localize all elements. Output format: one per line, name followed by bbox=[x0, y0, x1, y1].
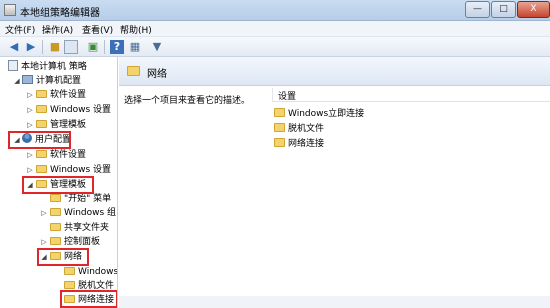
folder-icon bbox=[36, 120, 47, 128]
highlight-box-admin-templates bbox=[22, 176, 94, 194]
folder-icon bbox=[36, 165, 47, 173]
help-icon[interactable]: ? bbox=[110, 40, 124, 54]
filter-icon[interactable]: ▼ bbox=[150, 40, 164, 54]
folder-icon bbox=[127, 66, 140, 76]
tree-node-user-software-settings[interactable]: 软件设置 bbox=[36, 148, 86, 162]
setting-item[interactable]: 脱机文件 bbox=[274, 122, 324, 136]
tree-node-shared-folders[interactable]: 共享文件夹 bbox=[50, 221, 109, 235]
tree-node-windows-components[interactable]: Windows 组 bbox=[50, 206, 116, 220]
toolbar-separator bbox=[104, 40, 105, 54]
expand-arrow-icon[interactable]: ◢ bbox=[13, 74, 21, 88]
collapsed-arrow-icon[interactable]: ▷ bbox=[40, 235, 48, 249]
menu-help[interactable]: 帮助(H) bbox=[120, 23, 152, 36]
toolbar-separator bbox=[42, 40, 43, 54]
settings-column-header[interactable]: 设置 bbox=[272, 88, 550, 102]
tree-node-admin-templates[interactable]: 管理模板 bbox=[36, 118, 86, 132]
forward-arrow-icon[interactable]: ▶ bbox=[24, 40, 38, 54]
title-bar: 本地组策略编辑器 — □ X bbox=[0, 0, 550, 21]
setting-item[interactable]: 网络连接 bbox=[274, 137, 324, 151]
app-icon bbox=[4, 4, 16, 16]
folder-icon bbox=[50, 223, 61, 231]
minimize-button[interactable]: — bbox=[465, 1, 490, 18]
tree-node-start-menu[interactable]: "开始" 菜单 bbox=[50, 192, 111, 206]
collapsed-arrow-icon[interactable]: ▷ bbox=[26, 148, 34, 162]
menu-action[interactable]: 操作(A) bbox=[42, 23, 73, 36]
folder-icon bbox=[36, 90, 47, 98]
folder-icon bbox=[274, 123, 285, 132]
tree-node-software-settings[interactable]: 软件设置 bbox=[36, 88, 86, 102]
computer-icon bbox=[22, 75, 33, 84]
highlight-box-network-connections bbox=[60, 290, 117, 308]
window-title: 本地组策略编辑器 bbox=[20, 8, 100, 19]
setting-item[interactable]: Windows立即连接 bbox=[274, 107, 364, 121]
collapsed-arrow-icon[interactable]: ▷ bbox=[26, 88, 34, 102]
panel-header: 网络 bbox=[119, 57, 550, 86]
export-list-icon[interactable]: ▣ bbox=[86, 40, 100, 54]
collapsed-arrow-icon[interactable]: ▷ bbox=[26, 103, 34, 117]
up-folder-icon[interactable]: ■ bbox=[48, 40, 62, 54]
folder-icon bbox=[50, 194, 61, 202]
folder-icon bbox=[64, 281, 75, 289]
properties-icon[interactable]: ▦ bbox=[128, 40, 142, 54]
policy-icon bbox=[8, 60, 18, 71]
tree-node-windows-settings[interactable]: Windows 设置 bbox=[36, 103, 111, 117]
description-text: 选择一个项目来查看它的描述。 bbox=[124, 96, 251, 106]
folder-icon bbox=[274, 108, 285, 117]
tree-node-control-panel[interactable]: 控制面板 bbox=[50, 235, 100, 249]
tree-node-computer-config[interactable]: 计算机配置 bbox=[22, 74, 81, 88]
toolbar: ◀ ▶ ■ ▣ ? ▦ ▼ bbox=[0, 37, 550, 57]
folder-icon bbox=[36, 150, 47, 158]
tree-pane: 本地计算机 策略 ◢ 计算机配置 ▷ 软件设置 ▷ Windows 设置 ▷ 管… bbox=[0, 57, 118, 308]
back-arrow-icon[interactable]: ◀ bbox=[7, 40, 21, 54]
menu-view[interactable]: 查看(V) bbox=[82, 23, 113, 36]
collapsed-arrow-icon[interactable]: ▷ bbox=[40, 206, 48, 220]
collapsed-arrow-icon[interactable]: ▷ bbox=[26, 163, 34, 177]
maximize-button[interactable]: □ bbox=[491, 1, 516, 18]
panel-title: 网络 bbox=[147, 69, 167, 80]
folder-icon bbox=[50, 208, 61, 216]
folder-icon bbox=[274, 138, 285, 147]
close-button[interactable]: X bbox=[517, 1, 550, 18]
tree-node-local-policy[interactable]: 本地计算机 策略 bbox=[8, 60, 87, 74]
column-header-label: 设置 bbox=[278, 92, 297, 102]
status-bar bbox=[119, 296, 550, 308]
tree-node-user-windows-settings[interactable]: Windows 设置 bbox=[36, 163, 111, 177]
highlight-box-network bbox=[37, 248, 89, 266]
highlight-box-user-config bbox=[8, 131, 71, 149]
menu-file[interactable]: 文件(F) bbox=[5, 23, 35, 36]
folder-icon bbox=[36, 105, 47, 113]
show-tree-icon[interactable] bbox=[64, 40, 78, 54]
collapsed-arrow-icon[interactable]: ▷ bbox=[26, 118, 34, 132]
folder-icon bbox=[50, 237, 61, 245]
tree-node-network-windows[interactable]: Windows bbox=[64, 265, 117, 279]
menu-bar: 文件(F) 操作(A) 查看(V) 帮助(H) bbox=[0, 21, 550, 37]
folder-icon bbox=[64, 267, 75, 275]
